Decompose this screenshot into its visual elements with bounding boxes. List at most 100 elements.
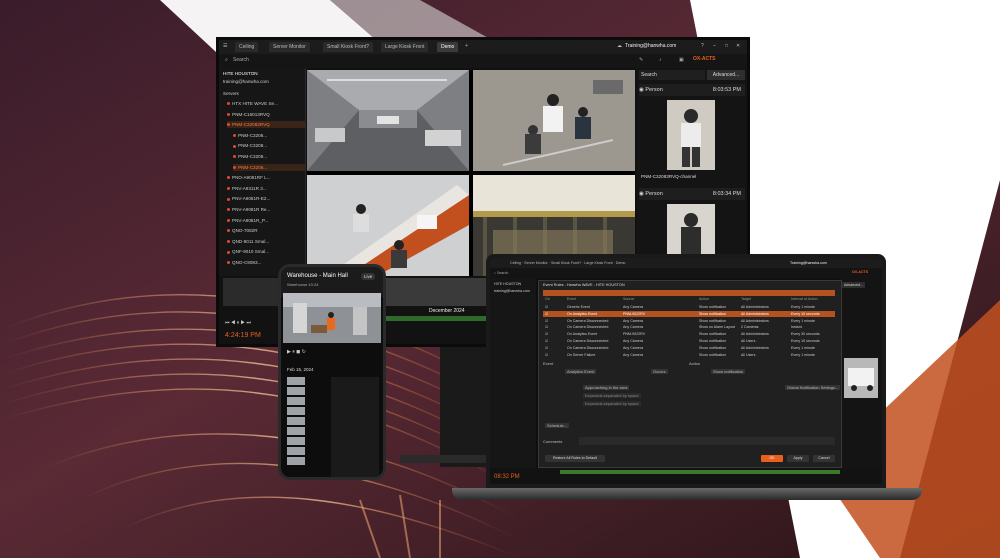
maximize-icon[interactable]: □ <box>725 43 728 49</box>
laptop-advanced-button[interactable]: Advanced... <box>842 282 865 288</box>
search-icon[interactable]: ⌕ Search <box>494 271 508 275</box>
table-row[interactable]: ☑ On Server Failure Any Camera Show notific… <box>543 352 835 358</box>
tree-item-camera[interactable]: QNF-9010 Smal... <box>227 248 305 255</box>
user-name[interactable]: training@hanwha.com <box>223 78 269 85</box>
tree-item-camera[interactable]: PNO-A9081RF L... <box>227 174 305 181</box>
checkbox-icon[interactable]: ☑ <box>545 311 548 317</box>
close-icon[interactable]: ✕ <box>736 43 740 49</box>
video-tile-lobby[interactable] <box>473 70 635 171</box>
chat-icon[interactable]: ▣ <box>679 57 684 63</box>
table-row[interactable]: ☑ On Analytics Event PNM-9022RV Show notifi… <box>543 331 835 337</box>
site-name[interactable]: HITE HOUSTON <box>223 70 258 77</box>
tab-ceiling[interactable]: Ceiling <box>235 42 259 52</box>
col-interval[interactable]: Interval of Action <box>791 297 818 301</box>
video-tile-reception[interactable] <box>307 175 469 276</box>
search-input[interactable]: Search <box>233 57 249 63</box>
caption-contains-input[interactable]: Keywords separated by space <box>583 393 641 398</box>
event-when-select[interactable]: Analytics Event <box>565 369 597 374</box>
notifications-icon[interactable]: ✎ <box>639 57 643 63</box>
advanced-button[interactable]: Advanced... <box>707 70 745 80</box>
event-occurs-select[interactable]: Occurs <box>651 369 668 374</box>
table-row[interactable]: ☑ On Camera Disconnected Any Camera Show on… <box>543 324 835 330</box>
brand-logo: OX-ACTS <box>693 56 716 62</box>
cell-source: Any Camera <box>623 352 643 357</box>
status-dot-icon <box>227 176 230 180</box>
table-row[interactable]: ☑ On Camera Disconnected Any Camera Show no… <box>543 338 835 344</box>
col-target[interactable]: Target <box>741 297 751 301</box>
ok-button[interactable]: OK <box>761 455 783 462</box>
cell-target: All Administrators <box>741 305 769 309</box>
live-badge[interactable]: Live <box>361 273 376 280</box>
tree-item-label: PNM-C3208... <box>238 132 268 138</box>
tree-item-camera[interactable]: PNM-C16013RVQ <box>227 111 305 118</box>
minimize-icon[interactable]: – <box>713 43 716 49</box>
event-search-input[interactable]: Search <box>639 70 705 80</box>
menu-icon[interactable]: ☰ <box>223 43 227 49</box>
laptop-timeline-bar[interactable] <box>560 470 840 474</box>
global-notification-button[interactable]: Global Notification Settings... <box>785 385 841 390</box>
event-card-1[interactable]: ◉ Person 8:03:53 PM <box>639 84 745 96</box>
tab-small-kiosk[interactable]: Small Kiosk Front? <box>323 42 373 52</box>
tree-item-camera[interactable]: HTX HITE WAVE Se... <box>227 100 305 107</box>
cell-interval: Every 1 minute <box>791 345 815 350</box>
play-controls[interactable]: ⏮ ◀ ⏸ ▶ ⏭ <box>225 320 251 326</box>
tree-item-label: QND-8011 Smal... <box>232 238 270 244</box>
tree-item-camera[interactable]: PNV-A9081R_P... <box>227 217 305 224</box>
event-card-2[interactable]: ◉ Person 8:03:34 PM <box>639 188 745 200</box>
phone-clip-list[interactable] <box>287 377 327 477</box>
phone-timeline[interactable] <box>331 377 379 477</box>
tree-item-camera[interactable]: PNM-C32083RVQ <box>227 121 305 129</box>
schedule-button[interactable]: Schedule... <box>545 423 570 428</box>
checkbox-icon[interactable]: ☑ <box>545 304 548 310</box>
account-label[interactable]: Training@hanwha.com <box>625 43 676 49</box>
tree-item-camera[interactable]: PNV-A9311R 3... <box>227 185 305 192</box>
checkbox-icon[interactable]: ☑ <box>545 318 548 324</box>
table-row[interactable]: ☑ On Analytics Event PNM-9022RV Show notifi… <box>543 310 835 317</box>
col-on[interactable]: On <box>545 297 550 301</box>
laptop-account[interactable]: Training@hanwha.com <box>790 261 827 265</box>
tree-item-camera[interactable]: QND-8011 Smal... <box>227 238 305 245</box>
add-tab-icon[interactable]: + <box>465 43 468 49</box>
checkbox-icon[interactable]: ☑ <box>545 324 548 330</box>
restore-defaults-button[interactable]: Restore All Rules to Default <box>545 455 605 462</box>
description-contains-input[interactable]: Keywords separated by space <box>583 401 641 406</box>
laptop-tabs[interactable]: Ceiling · Server Monitor · Small Kiosk F… <box>510 261 625 265</box>
laptop-site[interactable]: HITE HOUSTON <box>494 282 521 286</box>
tree-item-camera[interactable]: PNM-C3208... <box>233 142 305 149</box>
rules-filter-bar[interactable] <box>543 290 835 296</box>
bell-icon[interactable]: ♪ <box>659 57 662 63</box>
tab-large-kiosk[interactable]: Large Kiosk Front <box>381 42 429 52</box>
table-row[interactable]: ☑ On Camera Disconnected Any Camera Show no… <box>543 318 835 324</box>
help-icon[interactable]: ? <box>701 43 704 49</box>
checkbox-icon[interactable]: ☑ <box>545 331 548 337</box>
table-row[interactable]: ☑ Generic Event Any Camera Show notificatio… <box>543 304 835 310</box>
tree-item-camera[interactable]: PNM-C3208... <box>233 132 305 139</box>
col-event[interactable]: Event <box>567 297 576 301</box>
video-tile-garage[interactable] <box>307 70 469 171</box>
tree-item-camera[interactable]: PNV-A9081R Re... <box>227 206 305 213</box>
tree-item-camera[interactable]: PNM-C3208... <box>233 163 305 171</box>
table-row[interactable]: ☑ On Camera Disconnected Any Camera Show no… <box>543 345 835 351</box>
tree-item-camera[interactable]: PNV-A9081R-E2... <box>227 195 305 202</box>
col-source[interactable]: Source <box>623 297 634 301</box>
col-action[interactable]: Action <box>699 297 709 301</box>
laptop-right-panel: Advanced... <box>840 278 882 468</box>
checkbox-icon[interactable]: ☑ <box>545 338 548 344</box>
cancel-button[interactable]: Cancel <box>813 455 835 462</box>
checkbox-icon[interactable]: ☑ <box>545 352 548 358</box>
event-type-select[interactable]: Approaching in the area <box>583 385 630 390</box>
tree-item-camera[interactable]: QNO-7082R <box>227 227 305 234</box>
event-thumbnail-1[interactable] <box>667 100 715 170</box>
checkbox-icon[interactable]: ☑ <box>545 345 548 351</box>
phone-video[interactable] <box>283 293 381 343</box>
servers-node[interactable]: Servers <box>223 90 239 97</box>
apply-button[interactable]: Apply <box>787 455 809 462</box>
comments-input[interactable] <box>579 437 835 445</box>
phone-controls[interactable]: ▶ ⏸ ◼ ↻ <box>287 349 306 355</box>
laptop-user[interactable]: training@hanwha.com <box>494 289 530 293</box>
tab-demo[interactable]: Demo <box>437 42 459 52</box>
action-type-select[interactable]: Show notification <box>711 369 746 374</box>
tree-item-camera[interactable]: PNM-C3208... <box>233 153 305 160</box>
tab-server-monitor[interactable]: Server Monitor <box>269 42 310 52</box>
laptop-event-thumb[interactable] <box>844 358 878 398</box>
